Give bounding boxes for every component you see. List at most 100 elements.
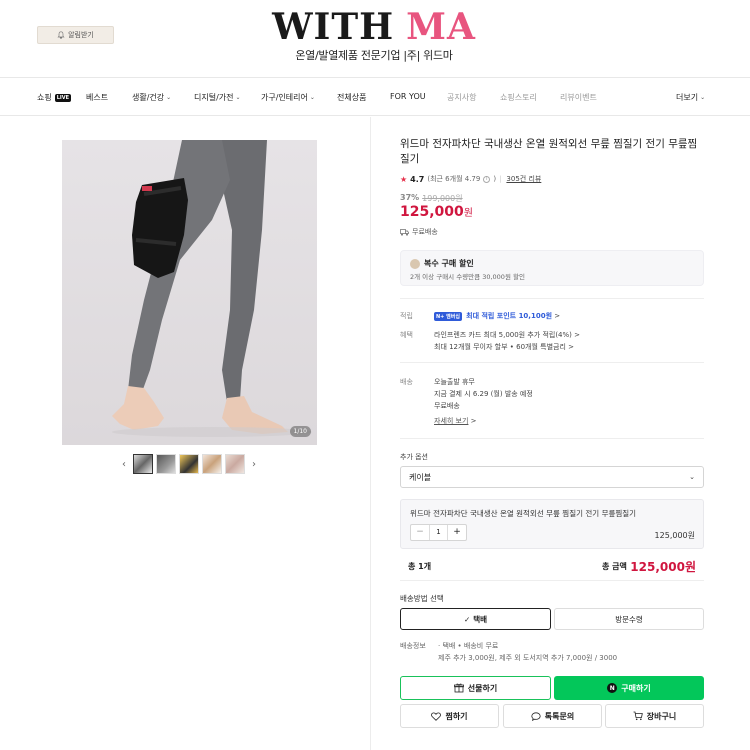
- multi-buy-desc: 2개 이상 구매시 수량만큼 30,000원 할인: [410, 273, 525, 281]
- nav-living-health[interactable]: 생활/건강 ⌄: [132, 92, 171, 103]
- review-count-link[interactable]: 305건 리뷰: [506, 174, 541, 184]
- rating-row: ★ 4.7 (최근 6개월 4.79 i ) | 305건 리뷰: [400, 174, 704, 184]
- truck-icon: [400, 228, 409, 236]
- nav-furniture[interactable]: 가구/인테리어 ⌄: [261, 92, 315, 103]
- logo-text-left: WITH: [272, 6, 395, 48]
- nav-shopping-live[interactable]: 쇼핑 LIVE: [37, 92, 72, 103]
- thumbnail[interactable]: [225, 454, 245, 474]
- free-shipping: 무료배송: [400, 227, 704, 237]
- shipping-method-label: 배송방법 선택: [400, 594, 444, 603]
- badge-text: 멤버십: [446, 314, 460, 320]
- divider: [400, 362, 704, 363]
- store-logo[interactable]: WITH MA 온열/발열제품 전문기업 |주| 위드마: [272, 9, 475, 63]
- shipping-option-label: 방문수령: [615, 614, 643, 624]
- alarm-label: 알림받기: [68, 31, 94, 39]
- gift-icon: [453, 683, 464, 693]
- detail-link-text: 자세히 보기: [434, 417, 469, 425]
- selected-item-name: 위드마 전자파차단 국내생산 온열 원적외선 무릎 찜질기 전기 무릎찜질기: [410, 509, 637, 518]
- talk-inquiry-button[interactable]: 톡톡문의: [503, 704, 602, 728]
- naverpay-icon: N: [607, 683, 618, 693]
- selected-item-box: 위드마 전자파차단 국내생산 온열 원적외선 무릎 찜질기 전기 무릎찜질기 −…: [400, 499, 704, 549]
- buy-button[interactable]: N 구매하기: [554, 676, 704, 700]
- nav-notice[interactable]: 공지사항: [447, 92, 476, 103]
- live-badge: LIVE: [54, 93, 72, 102]
- star-icon: ★: [400, 174, 408, 184]
- multi-buy-title: 복수 구매 할인: [424, 259, 474, 268]
- delivery-fee: 무료배송: [434, 402, 460, 410]
- nav-label: 가구/인테리어: [261, 93, 308, 102]
- card-benefit-link[interactable]: 라인프렌즈 카드 최대 5,000원 추가 적립(4%) >: [434, 330, 580, 340]
- thumbnail[interactable]: [156, 454, 176, 474]
- category-nav: 쇼핑 LIVE 베스트 생활/건강 ⌄ 디지털/가전 ⌄ 가구/인테리어 ⌄ 전체상품…: [0, 79, 750, 116]
- product-title: 위드마 전자파차단 국내생산 온열 원적외선 무릎 찜질기 전기 무릎찜질기: [400, 138, 698, 165]
- discount-row: 37% 199,000원: [400, 193, 704, 204]
- logo-subtitle: 온열/발열제품 전문기업 |주| 위드마: [295, 49, 453, 62]
- nav-shopping-story[interactable]: 쇼핑스토리: [500, 92, 537, 103]
- alarm-button[interactable]: 알림받기: [37, 26, 114, 44]
- nav-digital[interactable]: 디지털/가전 ⌄: [194, 92, 241, 103]
- nav-all-products[interactable]: 전체상품: [337, 92, 366, 103]
- option-label: 추가 옵션: [400, 453, 428, 461]
- selected-item-price: 125,000원: [654, 531, 695, 540]
- divider: |: [499, 175, 502, 183]
- store-header: 알림받기 WITH MA 온열/발열제품 전문기업 |주| 위드마: [0, 0, 750, 78]
- nav-more[interactable]: 더보기 ⌄: [676, 92, 705, 103]
- naverplus-badge: N+ 멤버십: [434, 312, 462, 321]
- wish-label: 찜하기: [445, 711, 468, 721]
- cart-button[interactable]: 장바구니: [605, 704, 704, 728]
- nav-label: 리뷰이벤트: [560, 93, 597, 102]
- nav-best[interactable]: 베스트: [86, 92, 108, 103]
- delivery-detail-link[interactable]: 자세히 보기 >: [434, 416, 477, 426]
- wish-button[interactable]: 찜하기: [400, 704, 499, 728]
- chevron-down-icon: ⌄: [700, 94, 706, 101]
- thumbnail-strip: ‹ ›: [118, 453, 260, 475]
- shipping-info-line1: · 택배 • 배송비 무료: [438, 642, 499, 650]
- option-select[interactable]: 케이블 ⌄: [400, 466, 704, 488]
- buy-label: 구매하기: [621, 683, 651, 693]
- total-sum-value: 125,000원: [630, 560, 696, 574]
- chevron-right-icon: >: [470, 417, 477, 425]
- plus-button[interactable]: +: [448, 525, 466, 540]
- thumbnail[interactable]: [202, 454, 222, 474]
- price-unit: 원: [463, 208, 473, 219]
- chevron-right-icon: >: [568, 343, 575, 351]
- shipping-courier-button[interactable]: ✓ 택배: [400, 608, 551, 630]
- nav-label: FOR YOU: [390, 92, 426, 101]
- gift-label: 선물하기: [467, 683, 498, 693]
- delivery-today: 오늘출발 휴무: [434, 378, 475, 386]
- gift-button[interactable]: 선물하기: [400, 676, 551, 700]
- nav-review-event[interactable]: 리뷰이벤트: [560, 92, 597, 103]
- total-row: 총 1개 총 금액 125,000원: [400, 549, 704, 581]
- thumbnail[interactable]: [133, 454, 153, 474]
- chevron-right-icon: >: [554, 312, 561, 320]
- product-main-image[interactable]: 1/10: [62, 140, 317, 445]
- installment-link[interactable]: 최대 12개월 무이자 할부 • 60개월 특별금리 >: [434, 342, 574, 352]
- nav-label: 쇼핑: [37, 93, 52, 102]
- info-icon[interactable]: i: [483, 175, 491, 183]
- chat-icon: [531, 711, 541, 721]
- delivery-label: 배송: [400, 378, 413, 386]
- shipping-pickup-button[interactable]: 방문수령: [554, 608, 704, 630]
- cart-label: 장바구니: [646, 711, 677, 721]
- thumb-next-icon[interactable]: ›: [248, 459, 260, 470]
- chevron-down-icon: ⌄: [309, 94, 315, 101]
- nav-label: 생활/건강: [132, 93, 165, 102]
- nav-label: 베스트: [86, 93, 109, 102]
- free-shipping-label: 무료배송: [412, 228, 438, 236]
- cart-icon: [633, 711, 643, 721]
- sale-price: 125,000원: [400, 204, 704, 220]
- thumbnail[interactable]: [179, 454, 199, 474]
- minus-button[interactable]: −: [411, 525, 429, 540]
- thumb-prev-icon[interactable]: ‹: [118, 459, 130, 470]
- card-benefit-text: 라인프렌즈 카드 최대 5,000원 추가 적립(4%): [434, 331, 572, 339]
- nav-label: 쇼핑스토리: [500, 93, 537, 102]
- quantity-value[interactable]: 1: [429, 525, 448, 540]
- nav-label: 디지털/가전: [194, 93, 234, 102]
- nav-label: 더보기: [676, 93, 699, 102]
- chevron-down-icon: ⌄: [166, 94, 172, 101]
- points-label: 적립: [400, 312, 413, 320]
- nav-for-you[interactable]: FOR YOU: [390, 92, 426, 101]
- price-value: 125,000: [400, 204, 464, 220]
- points-link[interactable]: N+ 멤버십 최대 적립 포인트 10,100원 >: [434, 311, 560, 321]
- shipping-info-line2: 제주 추가 3,000원, 제주 외 도서지역 추가 7,000원 / 3000: [438, 654, 618, 662]
